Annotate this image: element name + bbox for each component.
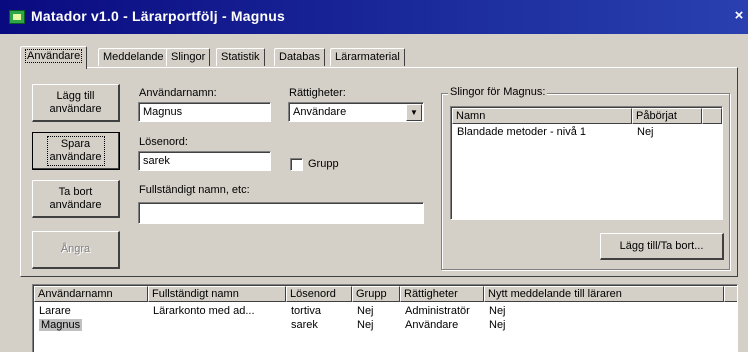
col-password[interactable]: Lösenord (286, 286, 352, 302)
cell-group: Nej (357, 305, 374, 317)
username-label: Användarnamn: (139, 87, 217, 99)
loops-col-name[interactable]: Namn (452, 108, 632, 124)
col-new-message[interactable]: Nytt meddelande till läraren (484, 286, 724, 302)
col-rights[interactable]: Rättigheter (400, 286, 484, 302)
users-table[interactable]: Användarnamn Fullständigt namn Lösenord … (32, 284, 738, 352)
cell-new-message: Nej (489, 319, 506, 331)
tab-slingor[interactable]: Slingor (166, 48, 211, 66)
add-user-button[interactable]: Lägg till användare (32, 84, 120, 122)
loops-col-filler (702, 108, 722, 124)
delete-user-button[interactable]: Ta bort användare (32, 180, 120, 218)
tab-statistik[interactable]: Statistik (216, 48, 265, 66)
fullname-label: Fullständigt namn, etc: (139, 184, 250, 196)
col-username[interactable]: Användarnamn (34, 286, 148, 302)
list-item-started: Nej (637, 126, 654, 138)
cancel-button[interactable]: Ångra (32, 231, 120, 269)
list-item[interactable]: Blandade metoder - nivå 1 (453, 126, 637, 138)
rights-value: Användare (293, 106, 347, 118)
tab-databas[interactable]: Databas (274, 48, 325, 66)
password-label: Lösenord: (139, 136, 188, 148)
cell-username: Magnus (39, 319, 83, 331)
loops-list[interactable]: Namn Påbörjat Blandade metoder - nivå 1 … (450, 106, 723, 220)
cell-password: tortiva (291, 305, 321, 317)
rights-label: Rättigheter: (289, 87, 346, 99)
add-remove-loops-button[interactable]: Lägg till/Ta bort... (600, 233, 724, 260)
col-fullname[interactable]: Fullständigt namn (148, 286, 286, 302)
tab-lararmaterial[interactable]: Lärarmaterial (330, 48, 405, 66)
tab-meddelande[interactable]: Meddelande (98, 48, 169, 66)
rights-select[interactable]: Användare ▼ (288, 102, 424, 122)
col-group[interactable]: Grupp (352, 286, 400, 302)
title-bar[interactable]: Matador v1.0 - Lärarportfölj - Magnus × (0, 0, 748, 34)
username-field[interactable]: Magnus (138, 102, 271, 122)
loops-col-started[interactable]: Påbörjat (632, 108, 702, 124)
password-field[interactable]: sarek (138, 151, 271, 171)
cell-fullname: Lärarkonto med ad... (153, 305, 255, 317)
tab-anvandare[interactable]: Användare (20, 46, 88, 69)
cell-password: sarek (291, 319, 318, 331)
main-window: Matador v1.0 - Lärarportfölj - Magnus × … (0, 0, 748, 352)
col-filler (724, 286, 737, 302)
loops-group-title: Slingor för Magnus: (448, 86, 548, 98)
group-label: Grupp (308, 158, 339, 170)
cell-rights: Administratör (405, 305, 470, 317)
cell-group: Nej (357, 319, 374, 331)
matador-app-icon (9, 10, 25, 24)
fullname-field[interactable] (138, 202, 424, 224)
chevron-down-icon[interactable]: ▼ (406, 104, 422, 121)
group-checkbox[interactable] (290, 158, 303, 171)
close-icon[interactable]: × (732, 7, 746, 25)
window-title: Matador v1.0 - Lärarportfölj - Magnus (31, 8, 285, 24)
save-user-button[interactable]: Spara användare (32, 132, 120, 170)
cell-rights: Användare (405, 319, 459, 331)
cell-username: Larare (39, 305, 71, 317)
cell-new-message: Nej (489, 305, 506, 317)
